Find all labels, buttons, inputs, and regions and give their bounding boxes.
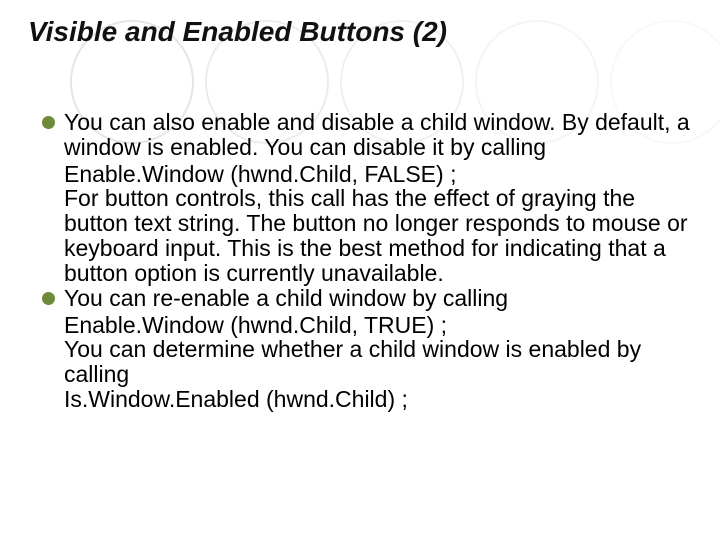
slide-title: Visible and Enabled Buttons (2) bbox=[28, 16, 447, 48]
list-line: You can determine whether a child window… bbox=[42, 337, 690, 387]
list-line: For button controls, this call has the e… bbox=[42, 186, 690, 285]
bullet-icon bbox=[42, 116, 55, 129]
list-line: Is.Window.Enabled (hwnd.Child) ; bbox=[42, 387, 690, 412]
bullet-text: You can also enable and disable a child … bbox=[64, 109, 690, 160]
list-line: Enable.Window (hwnd.Child, TRUE) ; bbox=[42, 313, 690, 338]
list-item: You can also enable and disable a child … bbox=[42, 110, 690, 160]
bullet-text: You can re-enable a child window by call… bbox=[64, 285, 508, 311]
slide-body: You can also enable and disable a child … bbox=[42, 110, 690, 412]
list-line: Enable.Window (hwnd.Child, FALSE) ; bbox=[42, 162, 690, 187]
bullet-icon bbox=[42, 292, 55, 305]
list-item: You can re-enable a child window by call… bbox=[42, 286, 690, 311]
